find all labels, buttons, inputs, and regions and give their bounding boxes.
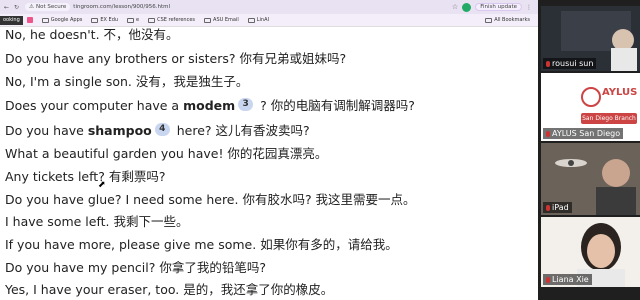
lesson-line: Yes, I have your eraser, too. 是的，我还拿了你的橡…: [5, 282, 334, 297]
bookmark-google-apps[interactable]: Google Apps: [41, 17, 83, 23]
toolbar-right: ☆ Finish update ⋮: [452, 2, 538, 12]
folder-icon: [127, 17, 135, 23]
profile-avatar[interactable]: [462, 2, 472, 12]
browser-toolbar: ← ↻ ⚠ Not Secure tingroom.com/lesson/900…: [0, 0, 538, 14]
bookmark-cse-references[interactable]: CSE references: [148, 17, 195, 23]
note-badge[interactable]: 3: [238, 98, 254, 111]
mic-muted-icon: [546, 205, 550, 211]
folder-icon: [91, 17, 99, 23]
participant-name: iPad: [543, 202, 572, 213]
folder-icon: [485, 17, 493, 23]
lesson-content: No, he doesn't. 不，他没有。 Do you have any b…: [0, 27, 538, 300]
security-label: Not Secure: [36, 4, 67, 10]
lesson-line: Do you have my pencil? 你拿了我的铅笔吗?: [5, 260, 266, 275]
all-bookmarks-label: All Bookmarks: [494, 17, 530, 23]
vocab-word[interactable]: modem: [183, 98, 235, 113]
logo-text: AYLUS: [602, 87, 637, 98]
nav-buttons: ← ↻: [0, 4, 19, 11]
lesson-line: Does your computer have a modem 3 ? 你的电脑有…: [5, 95, 415, 114]
lesson-line: Do you have shampoo 4 here? 这儿有香波卖吗?: [5, 120, 310, 139]
bookmark-label: CSE references: [157, 17, 196, 23]
folder-icon: [41, 17, 49, 23]
lesson-line: Do you have any brothers or sisters? 你有兄…: [5, 51, 347, 66]
participant-name-text: AYLUS San Diego: [552, 129, 621, 138]
participant-name-text: iPad: [552, 203, 569, 212]
line-text: here? 这儿有香波卖吗?: [172, 123, 310, 138]
screen: ← ↻ ⚠ Not Secure tingroom.com/lesson/900…: [0, 0, 640, 300]
video-participants-panel: rousui sun AYLUS San Diego Branch AYLUS …: [538, 0, 640, 300]
line-text: Do you have: [5, 123, 88, 138]
participant-name: rousui sun: [543, 58, 597, 69]
lesson-line: I have some left. 我剩下一些。: [5, 214, 189, 229]
bookmark-favicon-icon: [26, 17, 33, 23]
back-icon[interactable]: ←: [4, 4, 9, 11]
finish-update-button[interactable]: Finish update: [475, 3, 522, 11]
participant-tile[interactable]: rousui sun: [541, 6, 640, 71]
branch-label: San Diego Branch: [581, 113, 637, 124]
lesson-line: Any tickets left? 有剩票吗?: [5, 169, 166, 184]
lesson-line: No, I'm a single son. 没有，我是独生子。: [5, 74, 249, 89]
lesson-line: No, he doesn't. 不，他没有。: [5, 27, 179, 42]
more-menu-icon[interactable]: ⋮: [526, 4, 532, 11]
reload-icon[interactable]: ↻: [14, 4, 19, 11]
bookmark-label: Google Apps: [50, 17, 83, 23]
all-bookmarks-button[interactable]: All Bookmarks: [485, 17, 530, 23]
participant-tile[interactable]: Liana Xie: [541, 217, 640, 287]
participant-name: Liana Xie: [543, 274, 592, 285]
mic-muted-icon: [546, 277, 550, 283]
note-badge[interactable]: 4: [154, 123, 170, 136]
bookmark-linai[interactable]: LinAI: [247, 17, 269, 23]
bookmark-e[interactable]: e: [127, 17, 139, 23]
bookmark-label: EX Edu: [100, 17, 119, 23]
participant-name-text: rousui sun: [552, 59, 594, 68]
address-bar[interactable]: tingroom.com/lesson/900/956.html: [73, 4, 170, 10]
mic-muted-icon: [546, 61, 550, 67]
bookmark-label: ooking: [3, 17, 20, 23]
folder-icon: [148, 17, 156, 23]
lesson-line: If you have more, please give me some. 如…: [5, 237, 398, 252]
bookmark-label: ASU Email: [213, 17, 239, 23]
bookmark-asu-email[interactable]: ASU Email: [204, 17, 239, 23]
line-text: Does your computer have a: [5, 98, 184, 113]
participant-name: AYLUS San Diego: [543, 128, 624, 139]
participant-tile[interactable]: iPad: [541, 143, 640, 215]
line-text: ? 你的电脑有调制解调器吗?: [256, 98, 415, 113]
bookmark-ex-edu[interactable]: EX Edu: [91, 17, 118, 23]
vocab-word[interactable]: shampoo: [88, 123, 152, 138]
folder-icon: [204, 17, 212, 23]
bookmark-label: e: [136, 17, 140, 23]
lesson-line: What a beautiful garden you have! 你的花园真漂…: [5, 146, 328, 161]
security-indicator[interactable]: ⚠ Not Secure: [25, 3, 71, 11]
bookmark-star-icon[interactable]: ☆: [452, 3, 458, 11]
bookmark-label: LinAI: [256, 17, 269, 23]
browser-window: ← ↻ ⚠ Not Secure tingroom.com/lesson/900…: [0, 0, 538, 300]
aylus-logo-icon: AYLUS: [581, 87, 637, 107]
mic-muted-icon: [546, 131, 550, 137]
participant-name-text: Liana Xie: [552, 275, 589, 284]
participant-tile[interactable]: AYLUS San Diego Branch AYLUS San Diego: [541, 73, 640, 141]
mouse-cursor-icon: ⬈: [98, 180, 106, 190]
bookmark-icon-item[interactable]: [26, 17, 33, 23]
warning-icon: ⚠: [29, 4, 34, 10]
lesson-line: Do you have glue? I need some here. 你有胶水…: [5, 192, 416, 207]
folder-icon: [247, 17, 255, 23]
